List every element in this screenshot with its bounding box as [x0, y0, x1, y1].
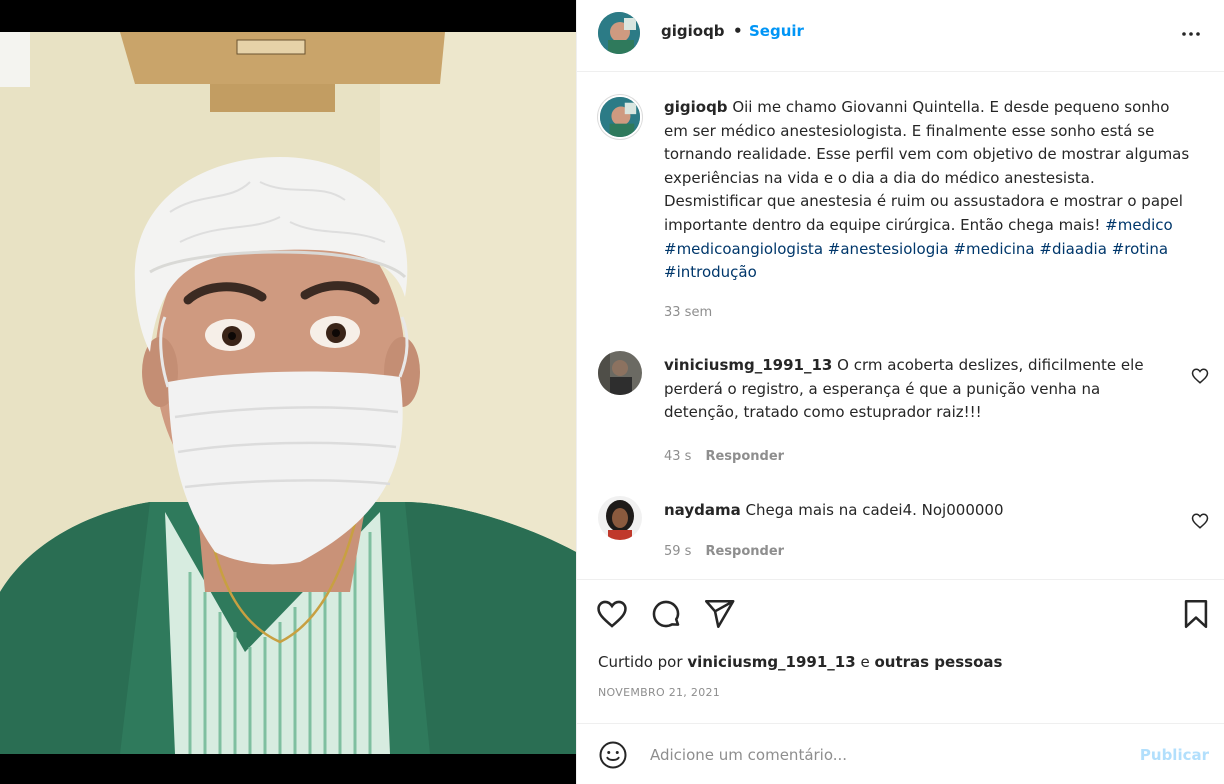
- hashtag[interactable]: #rotina: [1112, 240, 1168, 258]
- comment-username[interactable]: naydama: [664, 501, 741, 519]
- post-photo[interactable]: [0, 0, 576, 784]
- like-comment-icon[interactable]: [1191, 367, 1209, 385]
- comment-body: viniciusmg_1991_13 O crm acoberta desliz…: [664, 354, 1174, 425]
- comment-icon[interactable]: [649, 597, 683, 631]
- follow-button[interactable]: Seguir: [749, 22, 804, 40]
- more-options-icon[interactable]: [1179, 22, 1203, 46]
- hashtag[interactable]: #anestesiologia: [828, 240, 949, 258]
- share-icon[interactable]: [702, 597, 736, 631]
- avatar-image: [598, 351, 642, 395]
- caption-avatar[interactable]: [598, 95, 642, 139]
- caption-timestamp[interactable]: 33 sem: [664, 305, 712, 320]
- publish-button[interactable]: Publicar: [1140, 746, 1209, 764]
- liked-others-link[interactable]: outras pessoas: [874, 653, 1002, 671]
- commenter-avatar[interactable]: [598, 351, 642, 395]
- selfie-illustration: [0, 32, 576, 754]
- post-side-panel: gigioqb • Seguir gigioqb Oii me chamo Gi…: [576, 0, 1224, 784]
- comment-timestamp[interactable]: 43 s: [664, 449, 691, 464]
- post-header: gigioqb • Seguir: [577, 0, 1224, 72]
- separator-dot: •: [733, 22, 743, 40]
- post-image[interactable]: [0, 32, 576, 754]
- like-icon[interactable]: [595, 597, 629, 631]
- like-comment-icon[interactable]: [1191, 512, 1209, 530]
- emoji-icon[interactable]: [598, 740, 628, 770]
- avatar-image: [598, 496, 642, 540]
- post-caption: gigioqb Oii me chamo Giovanni Quintella.…: [664, 96, 1194, 285]
- post-username[interactable]: gigioqb: [661, 22, 725, 40]
- caption-username[interactable]: gigioqb: [664, 98, 728, 116]
- hashtag[interactable]: #medico: [1105, 216, 1173, 234]
- liked-by-text: Curtido por viniciusmg_1991_13 e outras …: [598, 653, 1002, 671]
- comment-username[interactable]: viniciusmg_1991_13: [664, 356, 832, 374]
- post-actions: Curtido por viniciusmg_1991_13 e outras …: [577, 579, 1224, 723]
- avatar-image: [598, 12, 640, 54]
- reply-button[interactable]: Responder: [705, 544, 784, 559]
- hashtag[interactable]: #diaadia: [1039, 240, 1107, 258]
- comment-text: Chega mais na cadei4. Noj000000: [745, 501, 1004, 519]
- reply-button[interactable]: Responder: [705, 449, 784, 464]
- avatar-image: [600, 97, 640, 137]
- comments-scroll-area[interactable]: gigioqb Oii me chamo Giovanni Quintella.…: [577, 73, 1224, 579]
- comment-input[interactable]: [650, 742, 1120, 768]
- post-date[interactable]: NOVEMBRO 21, 2021: [598, 686, 720, 699]
- hashtag[interactable]: #medicoangiologista: [664, 240, 823, 258]
- hashtag[interactable]: #medicina: [953, 240, 1034, 258]
- save-bookmark-icon[interactable]: [1179, 597, 1213, 631]
- comment-composer: Publicar: [577, 723, 1224, 784]
- liked-suffix: e: [860, 653, 870, 671]
- comment-meta: 59 s Responder: [664, 544, 784, 559]
- caption-text: Oii me chamo Giovanni Quintella. E desde…: [664, 98, 1190, 234]
- hashtag[interactable]: #introdução: [664, 263, 757, 281]
- liked-user-link[interactable]: viniciusmg_1991_13: [687, 653, 855, 671]
- comment-timestamp[interactable]: 59 s: [664, 544, 691, 559]
- liked-prefix: Curtido por: [598, 653, 683, 671]
- comment-body: naydama Chega mais na cadei4. Noj000000: [664, 499, 1174, 523]
- avatar[interactable]: [598, 12, 640, 54]
- commenter-avatar[interactable]: [598, 496, 642, 540]
- comment-meta: 43 s Responder: [664, 449, 784, 464]
